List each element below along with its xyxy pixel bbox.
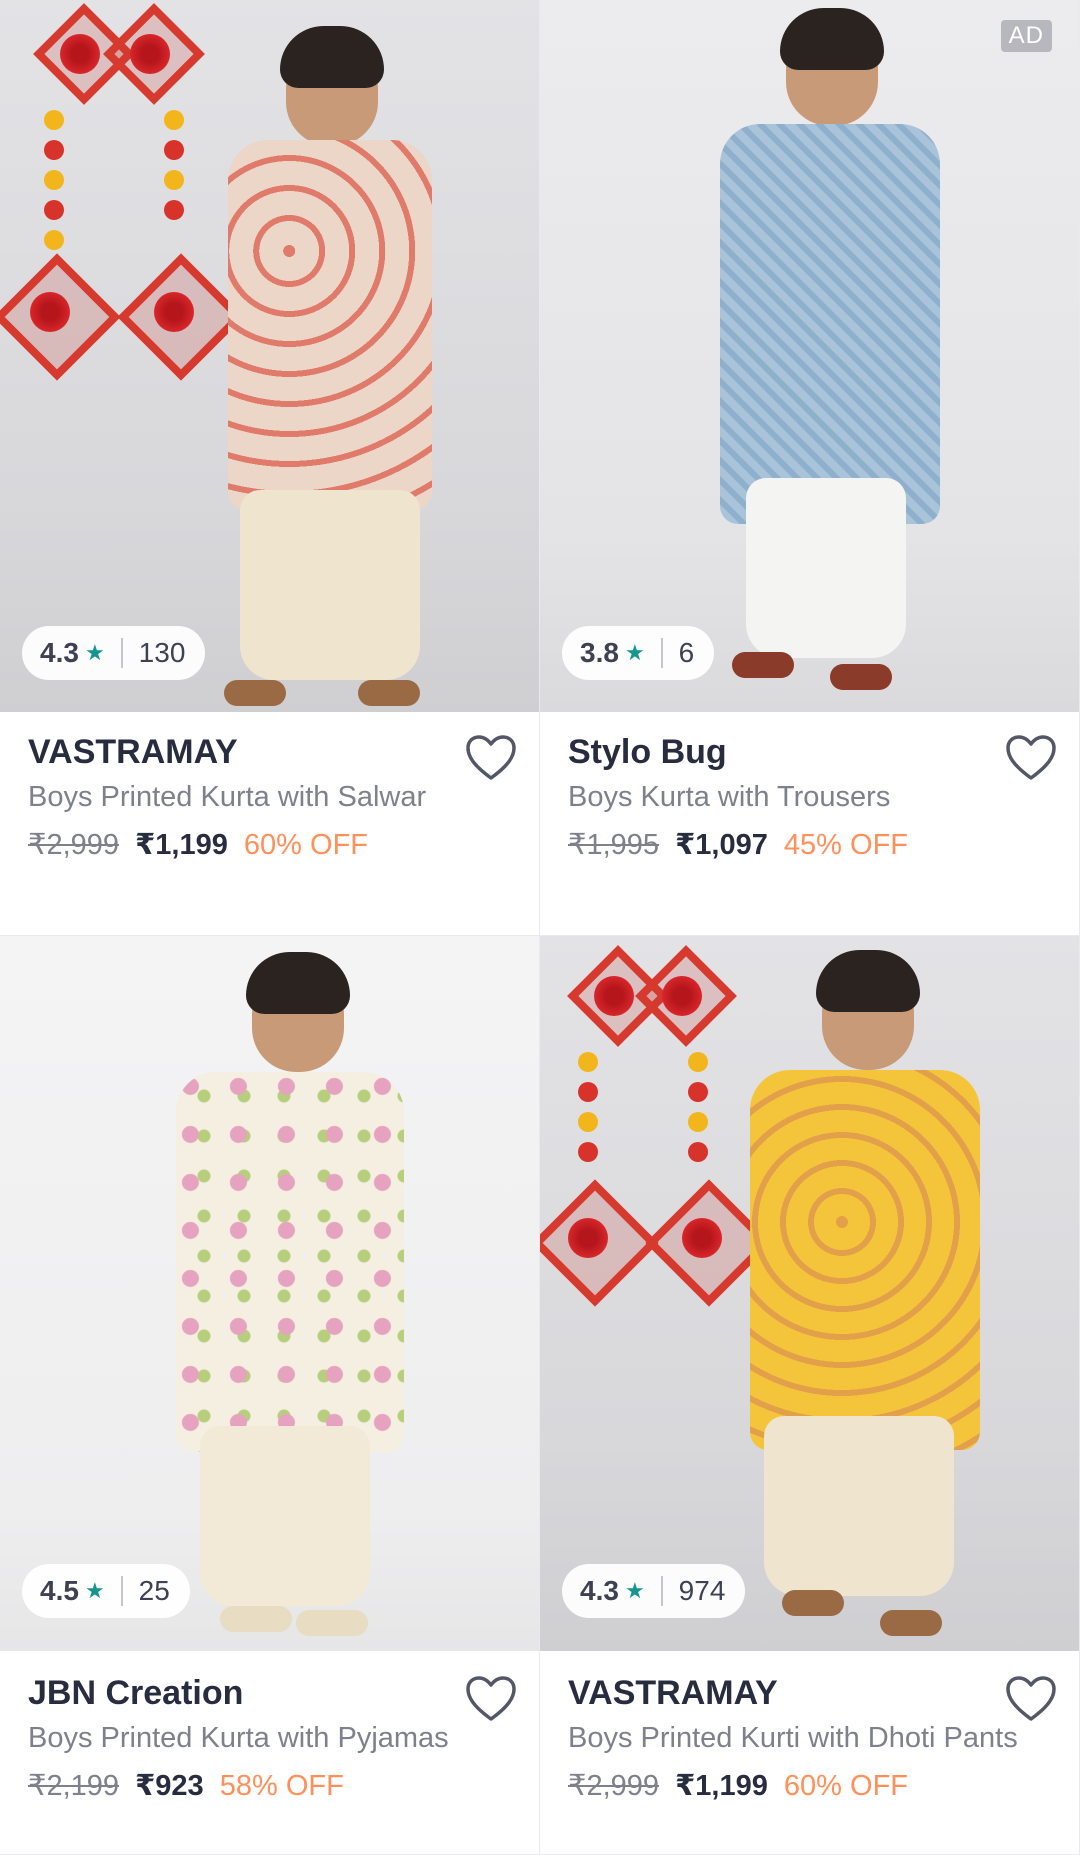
- price-row: ₹1,995 ₹1,097 45% OFF: [568, 824, 1058, 866]
- original-price: ₹2,999: [28, 829, 120, 861]
- rating-pill: 4.3 ★ 974: [562, 1564, 746, 1618]
- discount-label: 58% OFF: [219, 1770, 344, 1802]
- product-info[interactable]: VASTRAMAY Boys Printed Kurti with Dhoti …: [568, 1671, 1058, 1807]
- rating-divider: [120, 1576, 123, 1606]
- original-price: ₹2,999: [568, 1770, 660, 1802]
- sale-price: ₹1,097: [675, 829, 768, 861]
- product-image[interactable]: 4.3 ★ 130: [0, 0, 539, 712]
- model-figure: [210, 20, 450, 710]
- price-row: ₹2,999 ₹1,199 60% OFF: [568, 1765, 1058, 1807]
- rating-count: 974: [678, 1575, 726, 1606]
- sale-price: ₹923: [135, 1770, 204, 1802]
- product-info[interactable]: JBN Creation Boys Printed Kurta with Pyj…: [28, 1671, 518, 1807]
- product-card[interactable]: 4.3 ★ 974 VASTRAMAY Boys Printed Kurti w…: [540, 936, 1080, 1855]
- product-brand: JBN Creation: [28, 1674, 244, 1712]
- product-title: Boys Printed Kurta with Salwar: [28, 781, 427, 813]
- product-title: Boys Printed Kurti with Dhoti Pants: [568, 1722, 1018, 1754]
- rating-count: 130: [138, 637, 186, 668]
- rating-pill: 4.3 ★ 130: [22, 626, 206, 680]
- discount-label: 60% OFF: [783, 1770, 908, 1802]
- heart-outline-icon[interactable]: [1005, 734, 1057, 782]
- ad-badge: AD: [1000, 20, 1052, 52]
- product-card[interactable]: 4.5 ★ 25 JBN Creation Boys Printed Kurta…: [0, 936, 540, 1855]
- original-price: ₹1,995: [568, 829, 660, 861]
- star-icon: ★: [84, 1578, 105, 1603]
- product-image[interactable]: 4.5 ★ 25: [0, 936, 539, 1651]
- rating-value: 4.3: [580, 1575, 619, 1606]
- product-card[interactable]: 4.3 ★ 130 VASTRAMAY Boys Printed Kurta w…: [0, 0, 540, 936]
- heart-outline-icon[interactable]: [465, 734, 517, 782]
- rating-value: 4.3: [40, 637, 79, 668]
- product-title: Boys Kurta with Trousers: [568, 781, 891, 813]
- rating-pill: 3.8 ★ 6: [562, 626, 715, 680]
- product-brand: VASTRAMAY: [568, 1674, 778, 1712]
- product-card[interactable]: AD 3.8 ★ 6 Stylo Bug Boys Kurta with Tro…: [540, 0, 1080, 936]
- star-icon: ★: [624, 1578, 645, 1603]
- rating-divider: [120, 638, 123, 668]
- star-icon: ★: [84, 640, 105, 665]
- rating-value: 4.5: [40, 1575, 79, 1606]
- sale-price: ₹1,199: [675, 1770, 768, 1802]
- discount-label: 60% OFF: [243, 829, 368, 861]
- rating-value: 3.8: [580, 637, 619, 668]
- product-grid: 4.3 ★ 130 VASTRAMAY Boys Printed Kurta w…: [0, 0, 1080, 1855]
- rating-pill: 4.5 ★ 25: [22, 1564, 190, 1618]
- model-figure: [710, 8, 950, 708]
- product-title: Boys Printed Kurta with Pyjamas: [28, 1722, 449, 1754]
- rating-count: 6: [678, 637, 695, 668]
- product-info[interactable]: VASTRAMAY Boys Printed Kurta with Salwar…: [28, 730, 518, 866]
- heart-outline-icon[interactable]: [465, 1675, 517, 1723]
- star-icon: ★: [624, 640, 645, 665]
- product-brand: Stylo Bug: [568, 733, 727, 771]
- sale-price: ₹1,199: [135, 829, 228, 861]
- heart-outline-icon[interactable]: [1005, 1675, 1057, 1723]
- product-brand: VASTRAMAY: [28, 733, 238, 771]
- original-price: ₹2,199: [28, 1770, 120, 1802]
- garland-decoration: [0, 0, 245, 381]
- product-info[interactable]: Stylo Bug Boys Kurta with Trousers ₹1,99…: [568, 730, 1058, 866]
- rating-count: 25: [138, 1575, 170, 1606]
- discount-label: 45% OFF: [783, 829, 908, 861]
- product-image[interactable]: 4.3 ★ 974: [540, 936, 1079, 1651]
- rating-divider: [660, 638, 663, 668]
- price-row: ₹2,199 ₹923 58% OFF: [28, 1765, 518, 1807]
- price-row: ₹2,999 ₹1,199 60% OFF: [28, 824, 518, 866]
- rating-divider: [660, 1576, 663, 1606]
- garland-decoration: [540, 936, 773, 1336]
- model-figure: [730, 946, 1000, 1646]
- product-image[interactable]: AD 3.8 ★ 6: [540, 0, 1079, 712]
- model-figure: [160, 946, 420, 1646]
